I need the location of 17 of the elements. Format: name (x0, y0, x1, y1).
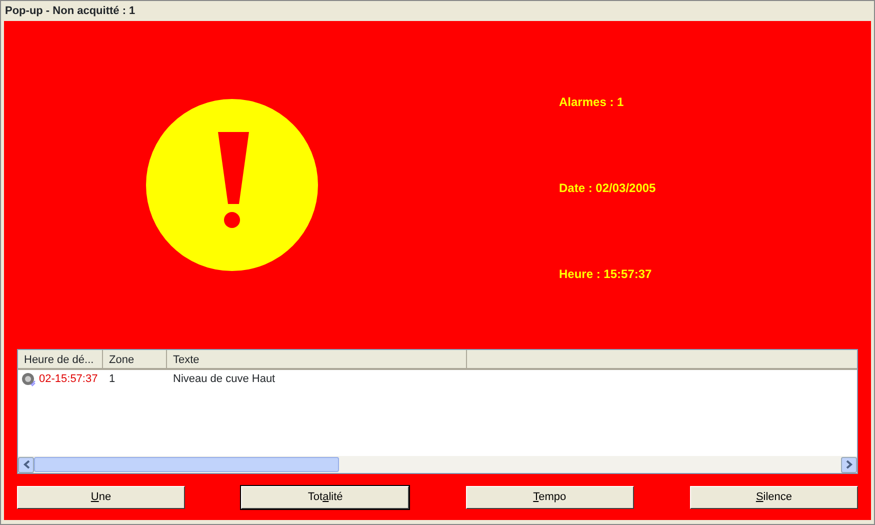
info-text: Alarmes : 1 (559, 94, 625, 111)
table-cell-text: 1 (108, 372, 116, 387)
table-cell-text: 02-15:57:37 (39, 372, 98, 387)
column-header[interactable]: Heure de dé... (18, 350, 103, 368)
action-button[interactable]: Silence (690, 486, 858, 509)
speaker-icon (21, 372, 36, 386)
column-header[interactable]: Zone (103, 350, 167, 368)
action-button[interactable]: Totalité (241, 486, 410, 509)
warning-icon (146, 99, 318, 271)
info-text: Heure : 15:57:37 (559, 266, 653, 283)
window-title: Pop-up - Non acquitté : 1 (4, 4, 136, 19)
column-header[interactable]: Texte (167, 350, 467, 368)
horizontal-scrollbar[interactable] (18, 456, 857, 473)
info-text: Date : 02/03/2005 (559, 180, 656, 197)
table-cell-text: Niveau de cuve Haut (172, 372, 276, 387)
action-button[interactable]: Une (17, 486, 185, 509)
action-button[interactable]: Tempo (466, 486, 634, 509)
